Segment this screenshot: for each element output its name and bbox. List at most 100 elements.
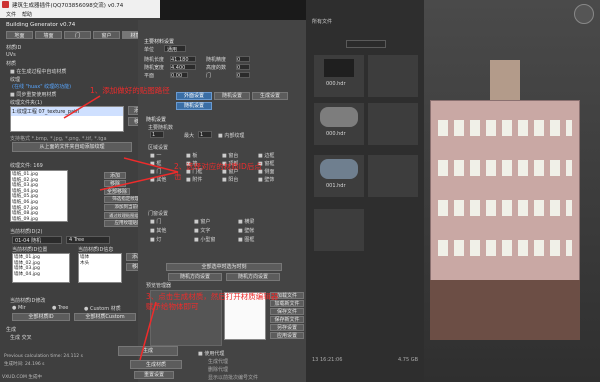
slot-item[interactable]: 墙体_04.jpg xyxy=(14,272,68,278)
door-check[interactable]: 灯 xyxy=(150,236,161,243)
thumb-card[interactable] xyxy=(368,55,418,97)
thumb-card[interactable]: 000.hdr xyxy=(314,103,364,145)
generate-material-button[interactable]: 生成材质 xyxy=(130,360,182,369)
thumb-image xyxy=(324,59,354,77)
proxy-gen[interactable]: 生成代理 xyxy=(208,358,228,365)
menu-help[interactable]: 帮助 xyxy=(22,11,32,18)
tex-remove-all-button[interactable]: 全部移除 xyxy=(104,188,130,195)
door-check[interactable]: 窗户 xyxy=(194,218,210,225)
dir-settings-button-2[interactable]: 随机方向设置 xyxy=(226,273,280,281)
thumb-grid: 000.hdr 000.hdr 001.hdr xyxy=(314,55,420,255)
save-new-file-button[interactable]: 保存新文件 xyxy=(270,316,304,323)
use-proxy-check[interactable]: 使用代理 xyxy=(198,350,224,357)
tex-add-button[interactable]: 添加 xyxy=(104,172,126,179)
slot-info-item[interactable]: 木头 xyxy=(80,261,120,267)
unit-dropdown[interactable]: 通用 xyxy=(164,45,186,53)
active-tab-label[interactable]: 随机设置 xyxy=(176,102,212,110)
slot-list-right[interactable]: 墙体 木头 xyxy=(78,253,122,283)
tab-ground[interactable]: 地面 xyxy=(6,31,33,39)
reset-settings-button[interactable]: 重置设置 xyxy=(134,371,174,379)
building-model[interactable] xyxy=(430,60,580,360)
section-material[interactable]: 材质 xyxy=(6,60,16,67)
tab-random-settings[interactable]: 随机设置 xyxy=(214,92,250,100)
texture-file-list[interactable]: 墙纸_01.jpg 墙纸_02.jpg 墙纸_03.jpg 墙纸_04.jpg … xyxy=(10,170,68,222)
save-as-button[interactable]: 另存设置 xyxy=(270,324,304,331)
slot-list-left[interactable]: 墙体_01.jpg 墙体_02.jpg 墙体_03.jpg 墙体_04.jpg xyxy=(12,253,70,283)
load-from-folder-button[interactable]: 从上面的文件夹自动添加纹理 xyxy=(12,142,132,152)
viewport[interactable] xyxy=(424,0,600,382)
section-uvs[interactable]: UVs xyxy=(6,52,16,58)
sec-random: 随机设置 xyxy=(146,117,167,123)
door-check[interactable]: 图框 xyxy=(238,236,254,243)
thumb-card[interactable]: 001.hdr xyxy=(314,155,364,197)
browser-search[interactable] xyxy=(346,40,386,48)
door-check[interactable]: 其他 xyxy=(150,227,166,234)
area-check[interactable]: 窗台 xyxy=(222,152,238,159)
sub-main-seed: 主要随机数 xyxy=(148,125,174,131)
all-custom-button[interactable]: 全部材质Custom xyxy=(74,313,136,321)
area-check[interactable]: 门 xyxy=(150,168,161,175)
window-title: 建筑生成器插件(QQ703856098交流) v0.74 xyxy=(12,3,124,9)
area-check[interactable]: 框 xyxy=(150,160,161,167)
select-all-button[interactable]: 全部选中时选为时刻 xyxy=(166,263,282,271)
param-input[interactable]: 41.180 xyxy=(170,56,196,63)
door-check[interactable]: 横梁 xyxy=(238,218,254,225)
seed-input[interactable]: 1 xyxy=(150,131,164,138)
tab-door[interactable]: 门 xyxy=(64,31,91,39)
param-input-right[interactable]: 0 xyxy=(236,56,250,63)
thumb-label: 000.hdr xyxy=(326,131,346,137)
thumb-card[interactable] xyxy=(314,209,364,251)
chk-fix[interactable]: 同步重复使用材质 xyxy=(10,91,56,98)
door-check[interactable]: 小型窗 xyxy=(194,236,215,243)
panel-title: Building Generator v0.74 xyxy=(6,22,76,28)
max-label: 最大 xyxy=(184,133,195,139)
door-check[interactable]: 文字 xyxy=(194,227,210,234)
menu-bar: 文件 帮助 xyxy=(0,10,160,18)
area-check[interactable]: 板 xyxy=(186,152,197,159)
thumb-card[interactable] xyxy=(368,155,418,197)
proxy-del[interactable]: 删除代理 xyxy=(208,366,228,373)
window-row xyxy=(438,160,572,176)
texture-path-list[interactable]: 1:纹理工程 07_texture_path xyxy=(10,106,124,132)
mode-dropdown[interactable]: 4 Tree xyxy=(66,236,110,244)
texture-path-item[interactable]: 1:纹理工程 07_texture_path xyxy=(11,107,123,116)
menu-file[interactable]: 文件 xyxy=(6,11,16,18)
chk-inner-texture[interactable]: 内部纹理 xyxy=(218,132,244,139)
file-item[interactable]: 墙纸_09.jpg xyxy=(12,217,66,223)
area-check[interactable]: 边框 xyxy=(258,152,274,159)
tab-gen-settings[interactable]: 生成设置 xyxy=(252,92,288,100)
radio-mir[interactable]: Mir xyxy=(12,305,26,311)
cur-id-dropdown[interactable]: 01-04 随机 xyxy=(12,236,62,244)
param-input[interactable]: 0.00 xyxy=(170,72,188,79)
window-row xyxy=(438,120,572,136)
tex-remove-button[interactable]: 移除 xyxy=(104,180,126,187)
thumb-card[interactable] xyxy=(368,103,418,145)
tab-outer-settings[interactable]: 外面设置 xyxy=(176,92,212,100)
radio-tree[interactable]: Tree xyxy=(52,305,68,311)
thumb-card[interactable]: 000.hdr xyxy=(314,55,364,97)
all-matid-button[interactable]: 全部材质ID xyxy=(12,313,70,321)
gen-progress-label: 生成 交叉 xyxy=(10,335,32,341)
door-check[interactable]: 门 xyxy=(150,218,161,225)
area-check[interactable]: 一 xyxy=(150,152,161,159)
thumb-image xyxy=(320,107,358,127)
hint-blue: (在线 "huax" 纹理的功能) xyxy=(12,84,72,90)
apply-settings-button[interactable]: 应用设置 xyxy=(270,332,304,339)
param-input-right[interactable]: 0 xyxy=(236,64,250,71)
radio-custom[interactable]: Custom 材质 xyxy=(84,305,121,312)
dir-settings-button-1[interactable]: 随机方向设置 xyxy=(168,273,222,281)
view-cube[interactable] xyxy=(574,4,594,24)
tab-window[interactable]: 窗户 xyxy=(93,31,120,39)
chk-from-model[interactable]: 在生成过程中自动材质 xyxy=(10,68,66,75)
max-input[interactable]: 1 xyxy=(198,131,212,138)
generate-button[interactable]: 生成 xyxy=(118,346,178,356)
param-input[interactable]: 4.400 xyxy=(170,64,196,71)
door-check[interactable]: 壁帐 xyxy=(238,227,254,234)
annotation-3: 3、点击生成材质，然后打开材质编辑器赋予给物体即可 xyxy=(146,292,279,311)
section-matid[interactable]: 材质ID xyxy=(6,44,21,51)
tex-file-label: 纹理文件: 169 xyxy=(10,163,43,169)
param-input-right[interactable]: 0 xyxy=(236,72,250,79)
proxy-show[interactable]: 显示以前批次编号文件 xyxy=(208,374,258,381)
area-check[interactable]: 其他 xyxy=(150,176,166,183)
tab-wall[interactable]: 墙面 xyxy=(35,31,62,39)
